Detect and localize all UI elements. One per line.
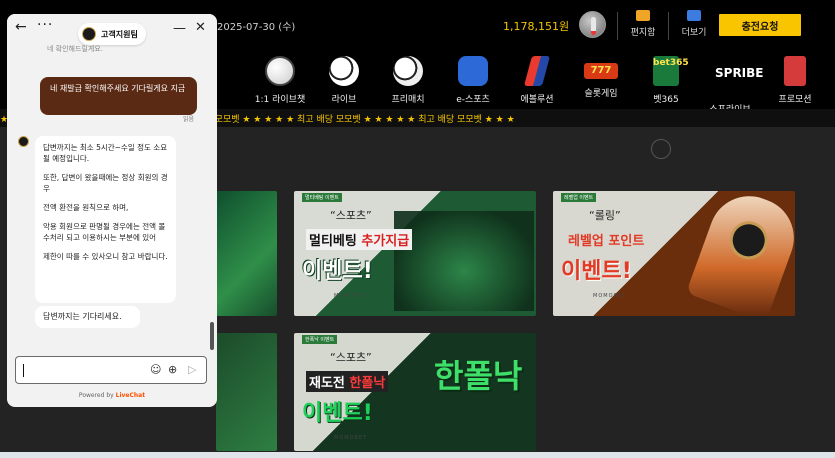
bottom-edge (0, 452, 835, 458)
nav-item-spribe[interactable]: SPRIBE 스프라이브 (698, 56, 764, 115)
chat-header: ← ··· 고객지원팀 — ✕ (7, 14, 217, 48)
minimize-icon[interactable]: — (173, 21, 186, 36)
close-icon[interactable]: ✕ (195, 20, 206, 35)
current-date: 2025-07-30 (수) (217, 22, 296, 33)
nav-item-bet365[interactable]: bet365 벳365 (634, 56, 698, 105)
evolution-logo-icon (523, 56, 551, 86)
event-banner-partial[interactable] (216, 191, 277, 316)
flame-icon (591, 31, 596, 35)
live-soccer-icon (329, 56, 359, 86)
event-banner-rolling-levelup[interactable]: 레벨업 이벤트 “롤링” 레벨업 포인트 이벤트! MOMOBET (553, 191, 795, 316)
emoji-icon[interactable]: ☺ (150, 363, 161, 376)
banner-art (394, 211, 534, 311)
soccer-ball-icon (393, 56, 423, 86)
balance-amount: 1,178,151원 (503, 20, 570, 33)
nav-item-esports[interactable]: e-스포츠 (441, 56, 505, 105)
team-name-pill: 고객지원팀 (78, 23, 146, 45)
mail-icon (636, 10, 650, 21)
spribe-logo-icon: SPRIBE (715, 66, 764, 80)
powered-by: Powered by LiveChat (78, 392, 146, 399)
nav-item-live-chat[interactable]: 1:1 라이브챗 (248, 56, 312, 105)
livechat-widget: ← ··· 고객지원팀 — ✕ 네 확인해드릴게요. 네 재발급 확인해주세요 … (7, 14, 217, 407)
nav-item-prematch[interactable]: 프리매치 (376, 56, 440, 105)
live-chat-agent-icon (265, 56, 295, 86)
send-icon[interactable]: ▷ (188, 363, 196, 376)
app-root: 2025-07-30 (수) 1,178,151원 편지함 더보기 충전요청 1… (0, 0, 835, 458)
agent-avatar (18, 136, 29, 147)
mailbox-label: 편지함 (630, 28, 656, 38)
rocket-art (685, 191, 795, 316)
rocket-icon (591, 17, 596, 32)
agent-message: 답변까지는 기다리세요. (35, 306, 140, 328)
nav-item-promotion[interactable]: 프로모션 (763, 56, 827, 105)
divider (668, 12, 669, 40)
divider (617, 12, 618, 40)
text-caret (23, 364, 24, 377)
event-banner-rechallenge[interactable]: 한폭낙 이벤트 한폴낙 “스포츠” 재도전 한폴낙 이벤트! MOMOBET (294, 333, 536, 451)
message-input[interactable]: ☺ ⊕ ▷ (15, 356, 207, 384)
more-button[interactable]: 더보기 (674, 10, 714, 38)
rocket-game-button[interactable] (579, 11, 606, 38)
gift-icon (784, 56, 806, 86)
event-banner-multi-bet[interactable]: 멀티베팅 이벤트 “스포츠” 멀티베팅 추가지급 이벤트! MOMOBET (294, 191, 536, 316)
more-options-icon[interactable]: ··· (37, 17, 53, 33)
livechat-brand[interactable]: LiveChat (116, 392, 145, 399)
circle-icon (651, 139, 671, 159)
nav-item-slot[interactable]: 777 슬롯게임 (569, 56, 633, 99)
slot-777-icon: 777 (584, 63, 618, 79)
chat-scrollbar[interactable] (210, 322, 214, 350)
nav-item-evolution[interactable]: 에볼루션 (505, 56, 569, 105)
more-label: 더보기 (681, 28, 707, 38)
mailbox-button[interactable]: 편지함 (623, 10, 663, 38)
gamepad-icon (458, 56, 488, 86)
previous-message: 네 확인해드릴게요. (47, 45, 103, 53)
more-icon (687, 10, 701, 21)
bet365-logo-icon: bet365 (653, 56, 689, 86)
back-arrow-icon[interactable]: ← (15, 19, 27, 35)
attach-icon[interactable]: ⊕ (168, 363, 177, 376)
team-avatar (82, 27, 96, 41)
event-banner-partial[interactable] (216, 333, 277, 451)
agent-message: 답변까지는 최소 5시간~수일 정도 소요될 예정입니다. 또한, 답변이 왔을… (35, 136, 176, 303)
charge-request-button[interactable]: 충전요청 (719, 14, 801, 36)
user-message: 네 재발급 확인해주세요 기다릴게요 지금 (40, 77, 197, 115)
nav-item-live[interactable]: 라이브 (312, 56, 376, 105)
read-receipt: 읽음 (183, 116, 195, 123)
